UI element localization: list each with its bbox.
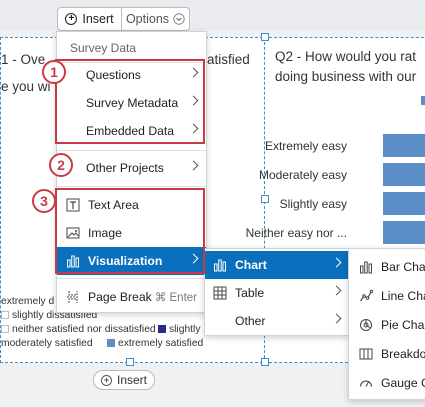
page-break-icon bbox=[66, 290, 80, 304]
callout-badge: 1 bbox=[42, 60, 66, 84]
category-label: Moderately easy bbox=[258, 168, 347, 182]
legend-item: extremely satisfied bbox=[107, 338, 203, 349]
chart-type-pie[interactable]: Pie Char bbox=[349, 311, 425, 339]
widget-title: 1 - Ove bbox=[1, 52, 46, 67]
chart-type-label: Gauge C bbox=[381, 376, 425, 390]
widget-title-line1: Q2 - How would you rat bbox=[275, 49, 417, 64]
widget-title: Q2 - How would you rat doing business wi… bbox=[275, 47, 416, 87]
keyboard-shortcut: ⌘ Enter bbox=[154, 292, 197, 304]
submenu-item-other[interactable]: Other bbox=[205, 307, 349, 335]
submenu-item-label: Other bbox=[235, 314, 266, 328]
menu-section-header: Survey Data bbox=[70, 41, 137, 55]
callout-badge: 3 bbox=[32, 189, 56, 213]
widget-title-continued: atisfied bbox=[207, 52, 250, 67]
widget-subtitle: e you wi bbox=[1, 79, 51, 94]
legend-item: slightly bbox=[158, 324, 200, 335]
category-label: Slightly easy bbox=[279, 197, 347, 211]
menu-divider bbox=[57, 278, 206, 279]
submenu-item-label: Chart bbox=[235, 258, 267, 272]
chevron-right-icon bbox=[331, 257, 342, 268]
chart-type-label: Breakdow bbox=[381, 347, 425, 361]
pie-chart-icon bbox=[359, 318, 373, 332]
breakdown-bar-icon bbox=[359, 347, 373, 361]
menu-item-other-projects[interactable]: Other Projects bbox=[57, 154, 206, 182]
chart-bar bbox=[383, 163, 425, 186]
chart-type-label: Line Char bbox=[381, 289, 425, 303]
visualization-submenu: Chart Table Other bbox=[204, 248, 350, 336]
chart-bar bbox=[383, 192, 425, 215]
resize-handle[interactable] bbox=[261, 195, 269, 203]
callout-box-survey-data bbox=[55, 59, 205, 144]
gauge-chart-icon bbox=[359, 376, 373, 390]
callout-box-insert-items bbox=[55, 188, 205, 274]
legend-swatch bbox=[107, 339, 115, 348]
category-label: Extremely easy bbox=[264, 139, 347, 153]
chevron-down-icon bbox=[173, 13, 185, 25]
chart-bar bbox=[383, 221, 425, 244]
chart-type-label: Pie Char bbox=[381, 318, 425, 332]
resize-handle[interactable] bbox=[261, 358, 269, 366]
chart-tick bbox=[421, 96, 425, 105]
insert-button[interactable]: + Insert bbox=[58, 8, 122, 30]
options-button-label: Options bbox=[125, 12, 170, 26]
legend-swatch bbox=[1, 325, 9, 334]
bar-chart-icon bbox=[359, 260, 373, 274]
menu-item-page-break[interactable]: Page Break ⌘ Enter bbox=[57, 283, 206, 311]
chart-bar bbox=[383, 134, 425, 157]
resize-handle[interactable] bbox=[261, 33, 269, 41]
submenu-item-label: Table bbox=[235, 286, 265, 300]
chevron-right-icon bbox=[331, 313, 342, 324]
chart-type-breakdown[interactable]: Breakdow bbox=[349, 340, 425, 368]
chart-type-menu: Bar Char Line Char Pie Char Breakdow Gau… bbox=[348, 248, 425, 400]
menu-divider bbox=[57, 150, 206, 151]
menu-item-label: Other Projects bbox=[86, 161, 164, 175]
menu-item-label: Page Break bbox=[88, 290, 152, 304]
callout-badge: 2 bbox=[49, 153, 73, 177]
insert-button-label: Insert bbox=[82, 12, 114, 26]
submenu-item-chart[interactable]: Chart bbox=[205, 251, 349, 279]
chart-type-label: Bar Char bbox=[381, 260, 425, 274]
chart-type-bar[interactable]: Bar Char bbox=[349, 253, 425, 281]
widget-title-line2: doing business with our bbox=[275, 69, 417, 84]
legend-swatch bbox=[158, 325, 166, 334]
submenu-item-table[interactable]: Table bbox=[205, 279, 349, 307]
table-icon bbox=[213, 286, 227, 300]
menu-divider bbox=[57, 186, 206, 187]
line-chart-icon bbox=[359, 289, 373, 303]
plus-icon: + bbox=[65, 13, 78, 25]
insert-options-group: + Insert Options bbox=[57, 7, 190, 31]
chevron-right-icon bbox=[331, 285, 342, 296]
legend-item: extremely d bbox=[1, 296, 55, 307]
chevron-right-icon bbox=[188, 160, 199, 171]
resize-handle[interactable] bbox=[126, 358, 134, 366]
chart-icon bbox=[213, 258, 227, 272]
options-button[interactable]: Options bbox=[122, 8, 189, 30]
legend-item: neither satisfied nor dissatisfied bbox=[1, 324, 156, 335]
legend-swatch bbox=[1, 311, 9, 320]
bottom-insert-button[interactable]: + Insert bbox=[93, 370, 155, 390]
chart-type-gauge[interactable]: Gauge C bbox=[349, 369, 425, 397]
bottom-insert-label: Insert bbox=[116, 373, 147, 387]
chart-type-line[interactable]: Line Char bbox=[349, 282, 425, 310]
category-label: Neither easy nor ... bbox=[245, 226, 347, 240]
plus-icon: + bbox=[100, 374, 112, 386]
legend-item: moderately satisfied bbox=[1, 338, 93, 349]
